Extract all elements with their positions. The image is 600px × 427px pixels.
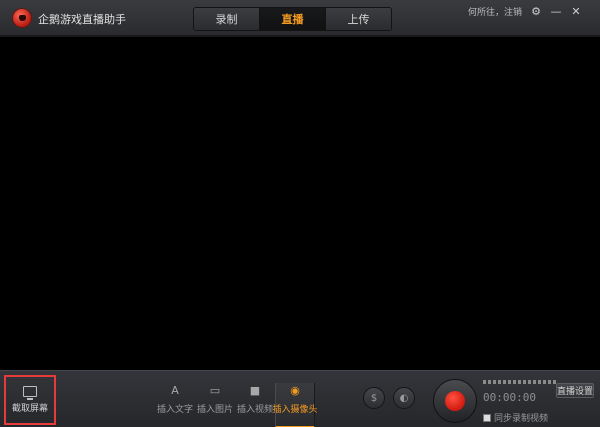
- gift-icon[interactable]: $: [363, 387, 385, 409]
- penguin-logo-icon: [12, 8, 32, 28]
- sync-record-label: 同步录制视频: [494, 414, 549, 424]
- sync-record-checkbox[interactable]: [483, 413, 491, 422]
- capture-screen-label: 截取屏幕: [11, 404, 48, 414]
- insert-image-label: 插入图片: [196, 405, 233, 415]
- live-settings-button[interactable]: 直播设置: [556, 383, 594, 398]
- live-timer: 00:00:00: [483, 391, 536, 404]
- title-bar: 企鹅游戏直播助手 录制 直播 上传 何所往，注销 ⚙ — ✕: [0, 0, 600, 36]
- app-title: 企鹅游戏直播助手: [38, 13, 126, 26]
- monitor-icon: [23, 386, 37, 400]
- close-icon[interactable]: ✕: [570, 5, 582, 18]
- gear-icon[interactable]: ⚙: [530, 5, 542, 18]
- image-icon: ▭: [209, 384, 221, 397]
- mode-tabs: 录制 直播 上传: [193, 7, 392, 31]
- minimize-icon[interactable]: —: [550, 5, 562, 18]
- insert-text-button[interactable]: A 插入文字: [155, 383, 195, 427]
- insert-camera-label: 插入摄像头: [272, 405, 318, 415]
- window-controls: 何所往，注销 ⚙ — ✕: [468, 5, 582, 18]
- audio-level-meter: [483, 380, 556, 384]
- record-button[interactable]: [433, 379, 477, 423]
- bottom-toolbar: 截取屏幕 A 插入文字 ▭ 插入图片 ■ 插入视频 ◉ 插入摄像头 $ ◐ 00…: [0, 370, 600, 427]
- account-logout-link[interactable]: 何所往，注销: [468, 5, 522, 18]
- tab-live[interactable]: 直播: [260, 8, 326, 30]
- sync-record-option[interactable]: 同步录制视频: [483, 411, 548, 424]
- text-icon: A: [171, 384, 179, 397]
- insert-image-button[interactable]: ▭ 插入图片: [195, 383, 235, 427]
- insert-camera-button[interactable]: ◉ 插入摄像头: [272, 383, 318, 427]
- volume-icon[interactable]: ◐: [393, 387, 415, 409]
- record-dot-icon: [445, 391, 465, 411]
- insert-text-label: 插入文字: [156, 405, 193, 415]
- live-preview-area: [0, 37, 600, 370]
- video-icon: ■: [249, 384, 261, 397]
- camera-icon: ◉: [290, 384, 300, 397]
- insert-tools: A 插入文字 ▭ 插入图片 ■ 插入视频 ◉ 插入摄像头: [155, 383, 318, 427]
- capture-screen-button[interactable]: 截取屏幕: [4, 375, 56, 425]
- insert-video-label: 插入视频: [236, 405, 273, 415]
- insert-video-button[interactable]: ■ 插入视频: [235, 383, 275, 427]
- tab-record[interactable]: 录制: [194, 8, 260, 30]
- tab-upload[interactable]: 上传: [326, 8, 391, 30]
